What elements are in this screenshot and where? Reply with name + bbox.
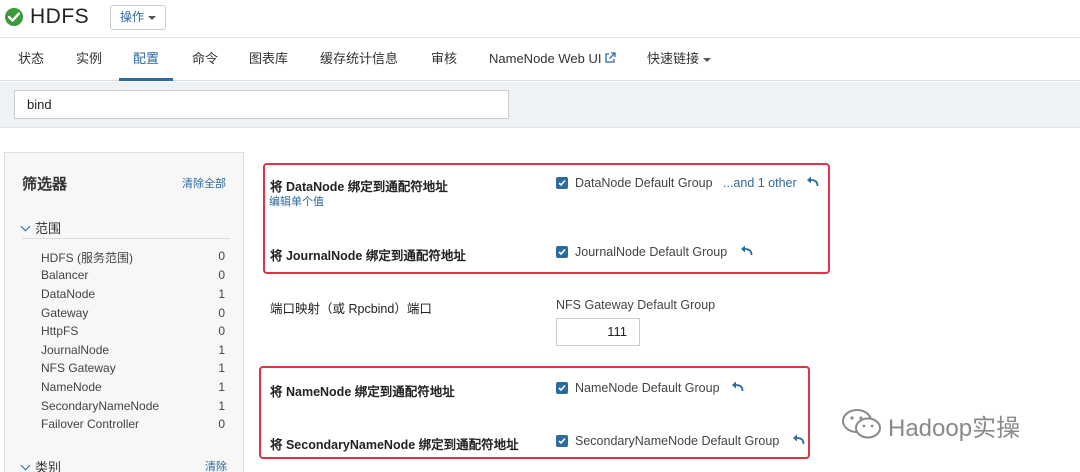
wechat-icon [840,406,884,447]
search-band: bind [0,82,1080,128]
clear-all-link[interactable]: 清除全部 [182,175,226,191]
tab-configuration[interactable]: 配置 [119,39,174,81]
tab-namenode-web-ui-label: NameNode Web UI [489,51,602,66]
filter-item-name: Failover Controller [41,417,140,431]
divider [22,238,230,239]
filter-item-name: NameNode [41,380,102,394]
category-section-header[interactable]: 类别 [20,457,62,472]
tab-namenode-web-ui[interactable]: NameNode Web UI [489,39,617,81]
tab-commands[interactable]: 命令 [192,39,218,81]
filter-item-name: HttpFS [41,324,79,338]
tab-instances[interactable]: 实例 [76,39,102,81]
filter-item-count: 0 [218,249,225,263]
chevron-down-icon [20,460,31,471]
filter-item-count: 1 [218,399,225,413]
filter-item-name: HDFS (服务范围) [41,251,133,265]
filter-item[interactable]: HDFS (服务范围) 0 [41,249,225,266]
filter-item[interactable]: NameNode 1 [41,380,225,394]
filter-item[interactable]: DataNode 1 [41,287,225,301]
filter-item[interactable]: SecondaryNameNode 1 [41,399,225,413]
tab-status[interactable]: 状态 [18,39,44,81]
filter-item-name: Gateway [41,306,89,320]
filter-item-count: 1 [218,380,225,394]
filter-item[interactable]: Gateway 0 [41,306,225,320]
highlight-box [259,366,810,459]
tab-charts-library[interactable]: 图表库 [249,39,288,81]
group-label: NFS Gateway Default Group [556,298,716,312]
filter-item-name: Balancer [41,268,89,282]
tab-bar: 状态 实例 配置 命令 图表库 缓存统计信息 审核 NameNode Web U… [0,39,1080,81]
property-label: 端口映射（或 Rpcbind）端口 [270,302,432,316]
filter-item-name: NFS Gateway [41,361,116,375]
filter-title: 筛选器 [22,176,68,193]
actions-label: 操作 [120,10,145,24]
filter-item[interactable]: Failover Controller 0 [41,417,225,431]
filter-item-count: 1 [218,343,225,357]
service-title: HDFS [30,5,90,28]
tab-quick-links[interactable]: 快速链接 [647,39,712,81]
check-circle-icon [5,8,23,26]
search-input[interactable]: bind [14,90,509,119]
tab-quick-links-label: 快速链接 [647,51,700,66]
filter-item-name: DataNode [41,287,96,301]
filter-item[interactable]: JournalNode 1 [41,343,225,357]
external-link-icon [604,40,617,80]
filter-item-name: SecondaryNameNode [41,399,160,413]
watermark-text: Hadoop实操 [888,415,1021,442]
filter-item-count: 1 [218,361,225,375]
filter-item-count: 0 [218,324,225,338]
filter-item-count: 0 [218,268,225,282]
chevron-down-icon [20,221,31,232]
service-header: HDFS 操作 [0,0,1080,38]
tab-cache-statistics[interactable]: 缓存统计信息 [320,39,398,81]
caret-down-icon [148,15,157,20]
caret-down-icon [703,57,712,62]
filter-panel: 筛选器 清除全部 范围 HDFS (服务范围) 0 Balancer 0 DataN… [4,152,244,472]
filter-item-name: JournalNode [41,343,110,357]
filter-item-count: 0 [218,306,225,320]
scope-title: 范围 [35,221,62,236]
actions-dropdown-button[interactable]: 操作 [110,5,167,30]
filter-item[interactable]: HttpFS 0 [41,324,225,338]
scope-section-header[interactable]: 范围 [20,218,62,237]
port-input[interactable]: 111 [556,318,640,346]
filter-item[interactable]: NFS Gateway 1 [41,361,225,375]
tab-audits[interactable]: 审核 [431,39,457,81]
highlight-box [263,163,830,274]
clear-category-link[interactable]: 清除 [205,458,227,472]
filter-item[interactable]: Balancer 0 [41,268,225,282]
category-title: 类别 [35,460,62,472]
filter-item-count: 1 [218,287,225,301]
filter-item-count: 0 [218,417,225,431]
